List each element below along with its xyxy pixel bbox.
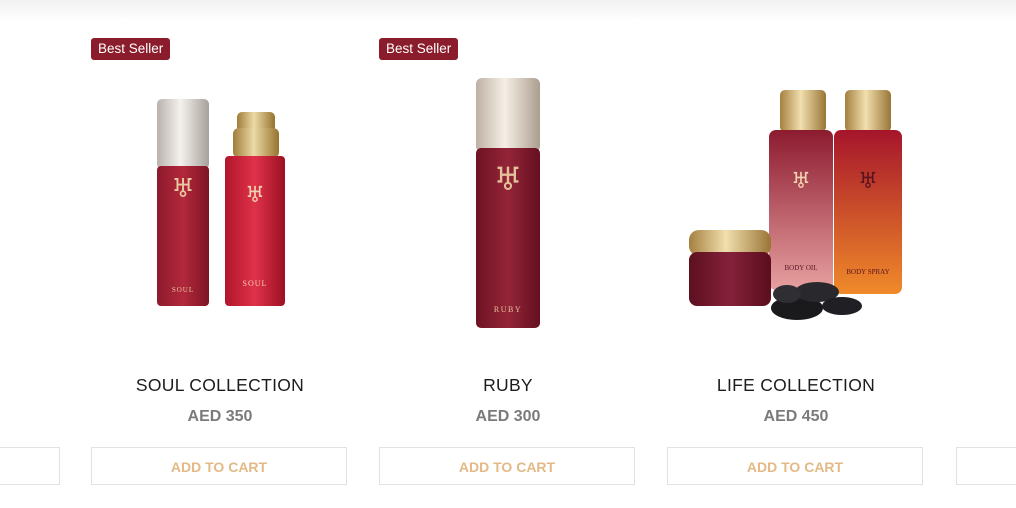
product-image-life-collection[interactable]: ♅ BODY OIL ♅ BODY SPRAY: [667, 62, 925, 352]
add-to-cart-button[interactable]: ADD TO CART: [667, 447, 923, 485]
product-price: AED 350: [187, 408, 253, 425]
product-price: AED 450: [763, 408, 829, 425]
product-image-soul-collection[interactable]: ♅ SOUL ♅ SOUL: [91, 62, 349, 352]
add-to-cart-button[interactable]: ADD TO CART: [379, 447, 635, 485]
product-title[interactable]: RUBY: [379, 375, 637, 396]
product-image-ruby[interactable]: ♅ RUBY: [379, 62, 637, 352]
product-card-life-collection: ♅ BODY OIL ♅ BODY SPRAY LIFE COLLECTION …: [667, 0, 925, 508]
svg-text:♅: ♅: [171, 174, 194, 203]
svg-text:BODY SPRAY: BODY SPRAY: [846, 268, 889, 276]
svg-text:RUBY: RUBY: [494, 305, 522, 314]
product-title[interactable]: LIFE COLLECTION: [667, 375, 925, 396]
best-seller-badge: Best Seller: [379, 38, 459, 60]
svg-text:♅: ♅: [494, 161, 523, 197]
add-to-cart-button[interactable]: ADD TO CART: [91, 447, 347, 485]
svg-text:♅: ♅: [791, 168, 811, 193]
previous-product-cart-button[interactable]: [0, 447, 60, 485]
product-price: AED 300: [475, 408, 541, 425]
svg-text:BODY OIL: BODY OIL: [785, 264, 818, 272]
best-seller-badge: Best Seller: [91, 38, 171, 60]
product-card-soul-collection: Best Seller ♅ SOUL ♅ SOUL SOUL COLLECTIO…: [91, 0, 349, 508]
product-card-ruby: Best Seller ♅ RUBY RUBY AED 300 ADD TO C…: [379, 0, 637, 508]
svg-text:♅: ♅: [858, 168, 878, 193]
product-title[interactable]: SOUL COLLECTION: [91, 375, 349, 396]
next-product-cart-button[interactable]: [956, 447, 1016, 485]
svg-text:SOUL: SOUL: [243, 279, 268, 288]
svg-text:♅: ♅: [245, 182, 265, 207]
svg-text:SOUL: SOUL: [172, 286, 194, 294]
